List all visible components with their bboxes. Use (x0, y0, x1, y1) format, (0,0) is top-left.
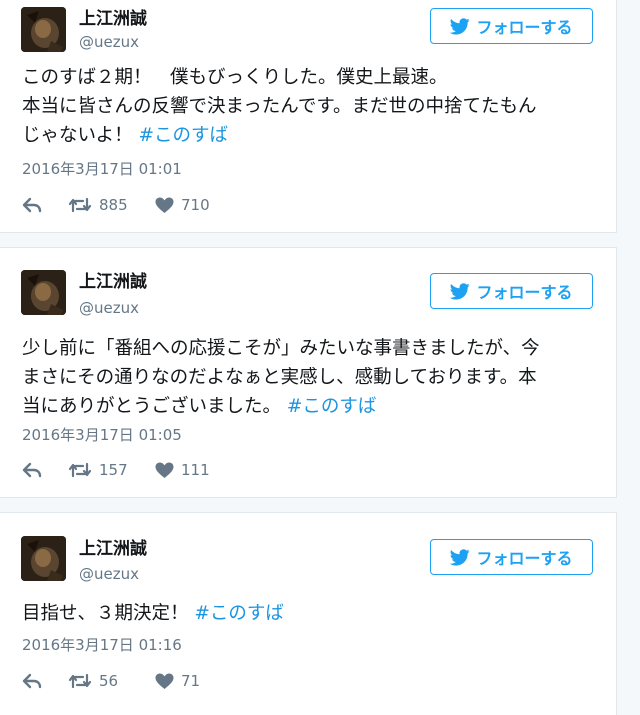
user-handle[interactable]: @uezux (79, 299, 139, 317)
tweet-card: 上江洲誠 @uezux フォローする このすば２期！ 僕もびっくりした。僕史上最… (0, 0, 617, 233)
twitter-bird-icon (450, 282, 471, 299)
tweet-card: 上江洲誠 @uezux フォローする 少し前に「番組への応援こそが」みたいな事書… (0, 247, 617, 498)
heart-icon (155, 673, 174, 689)
timestamp[interactable]: 2016年3月17日 01:01 (22, 160, 182, 178)
display-name[interactable]: 上江洲誠 (79, 272, 147, 292)
reply-arrow-icon (22, 673, 42, 689)
heart-icon (155, 462, 174, 478)
retweet-icon (68, 673, 92, 689)
retweet-icon (68, 197, 92, 213)
reply-button[interactable] (22, 194, 42, 216)
follow-button[interactable]: フォローする (430, 8, 593, 44)
avatar-image (21, 7, 66, 52)
tweet-text: 目指せ、３期決定！ #このすば (22, 599, 602, 628)
heart-icon (155, 197, 174, 213)
avatar-image (21, 270, 66, 315)
tweet-body: 少し前に「番組への応援こそが」みたいな事書きましたが、今 まさにその通りなのだよ… (22, 338, 540, 417)
user-handle[interactable]: @uezux (79, 565, 139, 583)
retweet-count: 157 (99, 461, 128, 479)
tweet-feed: 上江洲誠 @uezux フォローする このすば２期！ 僕もびっくりした。僕史上最… (0, 0, 640, 715)
tweet-body: このすば２期！ 僕もびっくりした。僕史上最速。 本当に皆さんの反響で決まったんで… (22, 67, 537, 146)
retweet-count: 56 (99, 672, 119, 690)
tweet-card: 上江洲誠 @uezux フォローする 目指せ、３期決定！ #このすば 2016年… (0, 512, 617, 715)
hashtag-link[interactable]: #このすば (139, 125, 229, 146)
display-name[interactable]: 上江洲誠 (79, 9, 147, 29)
follow-button[interactable]: フォローする (430, 539, 593, 575)
retweet-count: 885 (99, 196, 128, 214)
avatar-image (21, 536, 66, 581)
hashtag-link[interactable]: #このすば (287, 396, 377, 417)
retweet-button[interactable]: 157 (68, 459, 128, 481)
avatar[interactable] (21, 536, 66, 581)
like-count: 111 (181, 461, 210, 479)
follow-label: フォローする (476, 18, 573, 37)
like-button[interactable]: 710 (155, 194, 210, 216)
tweet-text: 少し前に「番組への応援こそが」みたいな事書きましたが、今 まさにその通りなのだよ… (22, 334, 602, 421)
retweet-button[interactable]: 885 (68, 194, 128, 216)
follow-label: フォローする (476, 283, 573, 302)
timestamp[interactable]: 2016年3月17日 01:05 (22, 426, 182, 444)
retweet-icon (68, 462, 92, 478)
timestamp[interactable]: 2016年3月17日 01:16 (22, 636, 182, 654)
avatar[interactable] (21, 270, 66, 315)
tweet-text: このすば２期！ 僕もびっくりした。僕史上最速。 本当に皆さんの反響で決まったんで… (22, 63, 602, 150)
follow-button[interactable]: フォローする (430, 273, 593, 309)
reply-arrow-icon (22, 462, 42, 478)
hashtag-link[interactable]: #このすば (194, 603, 284, 624)
display-name[interactable]: 上江洲誠 (79, 539, 147, 559)
reply-button[interactable] (22, 459, 42, 481)
retweet-button[interactable]: 56 (68, 670, 118, 692)
like-button[interactable]: 71 (155, 670, 200, 692)
follow-label: フォローする (476, 549, 573, 568)
avatar[interactable] (21, 7, 66, 52)
reply-button[interactable] (22, 670, 42, 692)
like-count: 71 (181, 672, 201, 690)
user-handle[interactable]: @uezux (79, 33, 139, 51)
twitter-bird-icon (450, 17, 471, 34)
tweet-body: 目指せ、３期決定！ (22, 603, 195, 624)
like-button[interactable]: 111 (155, 459, 210, 481)
like-count: 710 (181, 196, 210, 214)
reply-arrow-icon (22, 197, 42, 213)
twitter-bird-icon (450, 548, 471, 565)
